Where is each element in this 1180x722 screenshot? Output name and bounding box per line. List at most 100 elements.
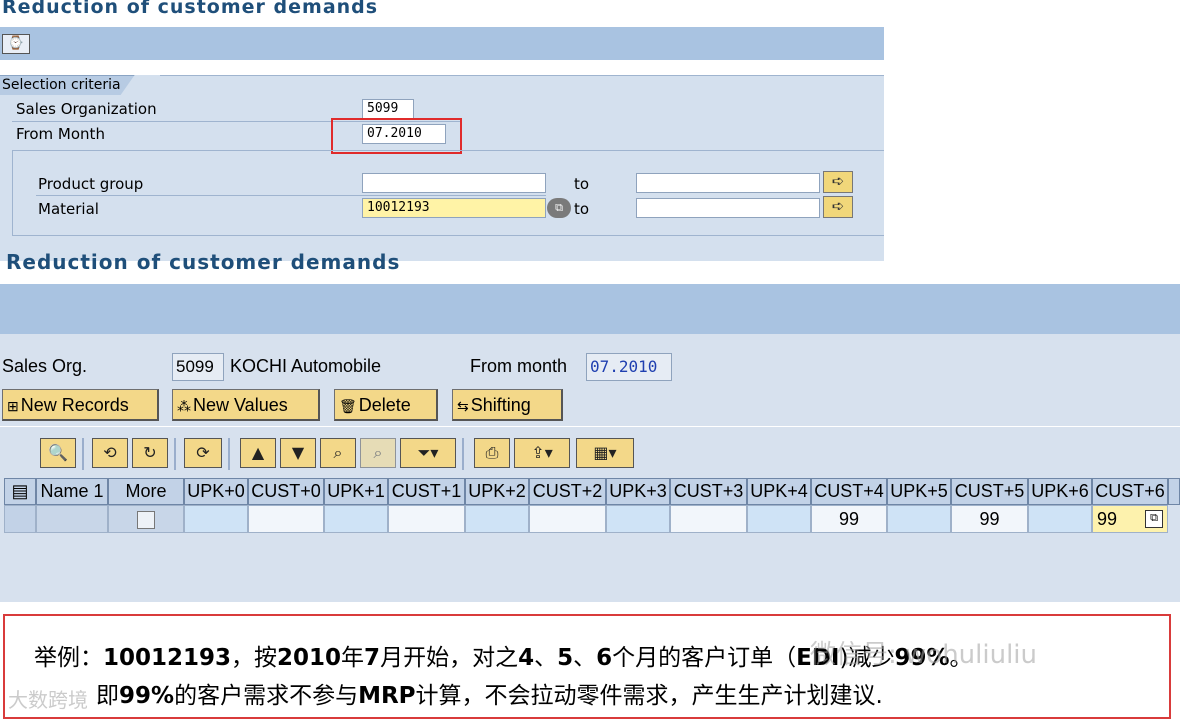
table-cell[interactable]: 99 [811,505,887,533]
more-checkbox-cell[interactable] [108,505,184,533]
sales-org-label: Sales Org. [2,356,88,376]
row-selector[interactable] [4,505,36,533]
sales-organization-label: Sales Organization [16,100,157,118]
column-header[interactable] [1168,478,1180,505]
from-month-value: 07.2010 [586,353,672,381]
application-toolbar [0,284,1180,334]
table-cell[interactable] [887,505,951,533]
new-records-button[interactable]: ⊞ New Records [2,389,159,421]
table-cell[interactable] [670,505,747,533]
material-to-field[interactable] [636,198,820,218]
trash-icon: 🗑 [339,398,357,414]
export-icon[interactable]: ⇪▾ [514,438,570,468]
divider [0,426,1180,427]
second-window-title: Reduction of customer demands [6,250,401,272]
table-cell[interactable] [747,505,811,533]
table-cell[interactable] [529,505,606,533]
column-header[interactable]: CUST+4 [811,478,887,505]
sales-org-value: 5099 [172,353,224,381]
column-header[interactable]: UPK+3 [606,478,670,505]
multiple-selection-button[interactable]: ➪ [823,171,853,193]
multiple-selection-button[interactable]: ➪ [823,196,853,218]
details-icon[interactable]: 🔍 [40,438,76,468]
column-header[interactable]: CUST+1 [388,478,465,505]
separator [82,438,84,470]
product-group-label: Product group [38,175,144,193]
page-title: Reduction of customer demands [2,0,379,18]
product-group-from-field[interactable] [362,173,546,193]
material-from-field[interactable]: 10012193 [362,198,546,218]
arrow-right-icon: ➪ [831,172,845,190]
table-cell[interactable]: 99 [951,505,1028,533]
table-cell[interactable] [606,505,670,533]
separator [462,438,464,470]
divider [36,195,546,196]
divider [160,75,884,76]
value-help-icon[interactable]: ⧉ [1145,510,1163,528]
column-header[interactable]: Name 1 [36,478,108,505]
selection-criteria-tab: Selection criteria [0,75,135,95]
product-group-to-label: to [574,175,590,193]
sales-organization-field[interactable]: 5099 [362,99,414,119]
cell-value: 99 [1097,509,1118,529]
more-checkbox[interactable] [137,511,155,530]
column-header[interactable]: UPK+0 [184,478,248,505]
table-cell[interactable] [1028,505,1092,533]
arrow-right-icon: ➪ [831,197,845,215]
column-header[interactable]: UPK+6 [1028,478,1092,505]
column-header[interactable]: CUST+0 [248,478,324,505]
layout-icon[interactable]: ▦▾ [576,438,634,468]
product-group-to-field[interactable] [636,173,820,193]
new-records-icon: ⊞ [7,398,19,414]
execute-button[interactable]: ⌚ [2,34,30,54]
from-month-label: From Month [16,125,105,143]
table-cell[interactable] [465,505,529,533]
column-header[interactable]: UPK+4 [747,478,811,505]
table-cell[interactable] [184,505,248,533]
print-icon[interactable]: ⎙ [474,438,510,468]
find-icon[interactable]: ⌕ [320,438,356,468]
separator [174,438,176,470]
range-group-box [12,150,884,236]
delete-button[interactable]: 🗑 Delete [334,389,438,421]
select-all-icon[interactable]: ▤ [4,478,36,505]
reload-icon[interactable]: ↻ [132,438,168,468]
column-header[interactable]: CUST+6 [1092,478,1168,505]
new-values-icon: ⁂ [177,398,191,414]
sort-descending-icon[interactable]: ▼ [280,438,316,468]
execute-clock-icon: ⌚ [7,36,25,51]
refresh-icon[interactable]: ⟲ [92,438,128,468]
column-header[interactable]: UPK+1 [324,478,388,505]
table-cell-active[interactable]: 99 ⧉ [1092,505,1168,533]
shifting-icon: ⇆ [457,398,469,414]
undo-icon[interactable]: ⟳ [184,438,222,468]
column-header[interactable]: CUST+3 [670,478,747,505]
material-to-label: to [574,200,590,218]
highlight-box [331,118,462,154]
column-header[interactable]: CUST+5 [951,478,1028,505]
from-month-label: From month [470,356,568,376]
new-values-button[interactable]: ⁂ New Values [172,389,320,421]
material-label: Material [38,200,99,218]
filter-icon[interactable]: ⏷▾ [400,438,456,468]
search-help-icon[interactable]: ⧉ [547,198,571,218]
separator [228,438,230,470]
table-cell[interactable] [36,505,108,533]
find-next-icon[interactable]: ⌕ [360,438,396,468]
column-header[interactable]: UPK+2 [465,478,529,505]
new-records-label: New Records [20,395,129,415]
column-header[interactable]: CUST+2 [529,478,606,505]
table-cell[interactable] [324,505,388,533]
shifting-button[interactable]: ⇆ Shifting [452,389,563,421]
brand-watermark: 大数跨境 [8,688,88,712]
wechat-watermark: 微信号: wohuliuliu [810,640,1038,670]
note-line-2: 即99%的客户需求不参与MRP计算，不会拉动零件需求，产生生产计划建议. [96,683,883,709]
column-header[interactable]: UPK+5 [887,478,951,505]
application-toolbar [0,27,884,60]
table-cell[interactable] [248,505,324,533]
sort-ascending-icon[interactable]: ▲ [240,438,276,468]
sales-org-name: KOCHI Automobile [230,356,382,376]
column-header[interactable]: More [108,478,184,505]
delete-label: Delete [358,395,411,415]
table-cell[interactable] [388,505,465,533]
